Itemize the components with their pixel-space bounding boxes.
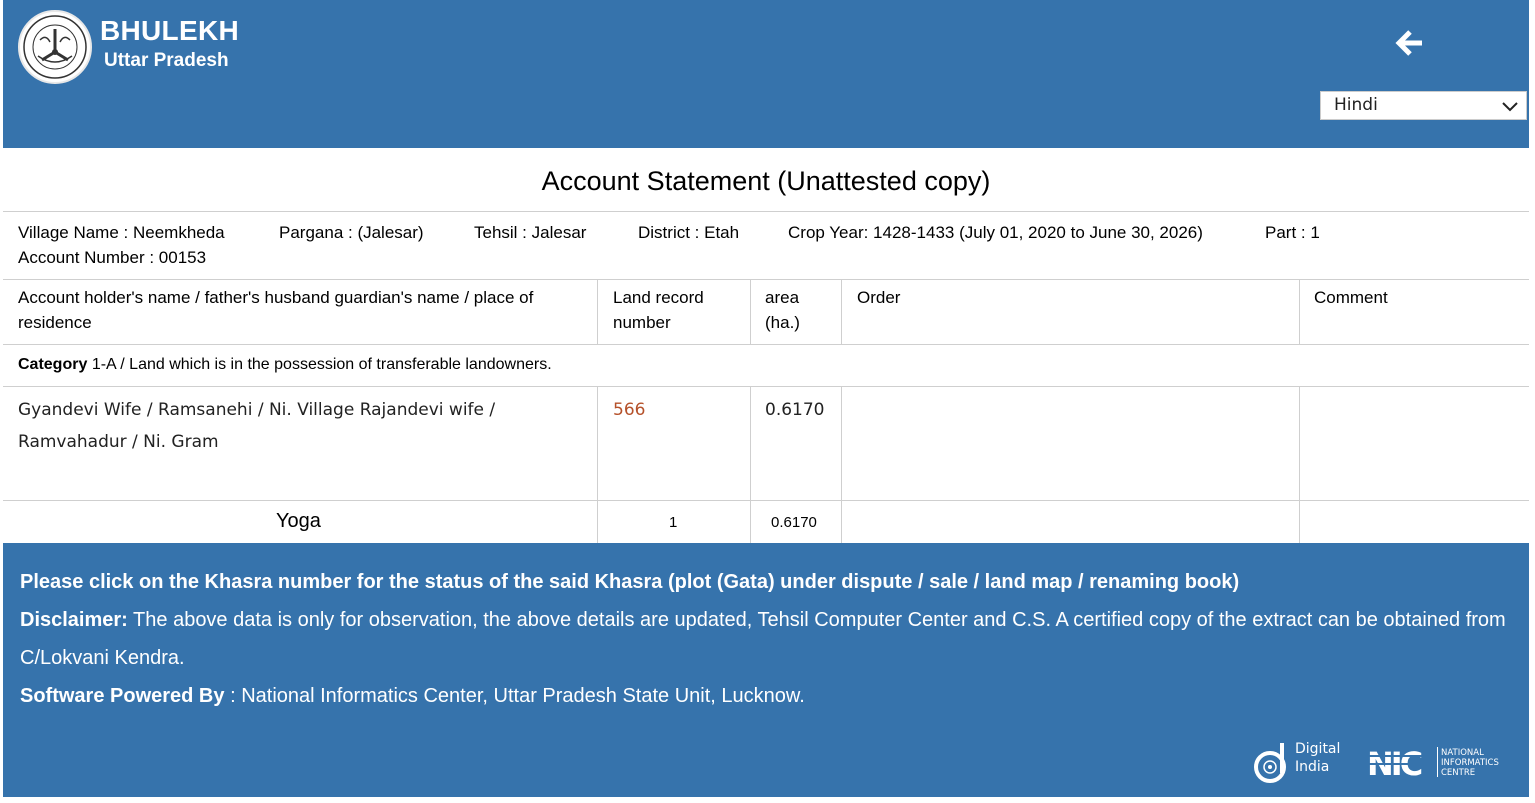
- column-header-order: Order: [857, 288, 901, 307]
- khasra-notice: Please click on the Khasra number for th…: [20, 563, 1510, 601]
- account-number: Account Number : 00153: [18, 248, 207, 267]
- total-area: 0.6170: [771, 514, 817, 531]
- district: District : Etah: [638, 223, 740, 242]
- language-select-value: Hindi: [1334, 95, 1378, 115]
- statement-panel: Account Statement (Unattested copy) Vill…: [3, 148, 1529, 543]
- language-select[interactable]: Hindi: [1320, 91, 1527, 120]
- category-row: Category 1-A / Land which is in the poss…: [18, 356, 552, 374]
- pargana: Pargana : (Jalesar): [279, 223, 424, 242]
- chevron-down-icon: [1502, 102, 1518, 112]
- area-cell: 0.6170: [765, 400, 825, 420]
- land-record-link[interactable]: 566: [613, 394, 645, 426]
- village-name: Village Name : Neemkheda: [18, 223, 225, 242]
- digital-india-line1: Digital: [1295, 741, 1340, 757]
- disclaimer-label: Disclaimer:: [20, 609, 128, 631]
- powered-by-label: Software Powered By: [20, 685, 225, 707]
- tehsil: Tehsil : Jalesar: [474, 223, 587, 242]
- category-text: 1-A / Land which is in the possession of…: [91, 356, 552, 373]
- nic-line2: INFORMATICS: [1441, 758, 1499, 768]
- column-header-land-record: Land record number: [613, 288, 704, 332]
- up-emblem-logo: [18, 10, 92, 84]
- digital-india-logo: Digital India: [1253, 739, 1343, 785]
- total-label: Yoga: [276, 510, 321, 532]
- nic-line3: CENTRE: [1441, 768, 1475, 778]
- back-button[interactable]: [1395, 28, 1425, 58]
- nic-line1: NATIONAL: [1441, 748, 1484, 758]
- app-subtitle: Uttar Pradesh: [104, 50, 229, 71]
- crop-year: Crop Year: 1428-1433 (July 01, 2020 to J…: [788, 223, 1203, 242]
- column-header-area: area (ha.): [765, 288, 800, 332]
- page: BHULEKH Uttar Pradesh Hindi Account Stat…: [3, 0, 1529, 797]
- arrow-left-icon: [1395, 30, 1422, 56]
- column-header-holder: Account holder's name / father's husband…: [18, 288, 534, 332]
- app-title: BHULEKH: [100, 15, 239, 46]
- powered-by: Software Powered By : National Informati…: [20, 677, 1510, 715]
- total-count: 1: [669, 514, 678, 531]
- holder-name-cell: Gyandevi Wife / Ramsanehi / Ni. Village …: [18, 400, 496, 452]
- part: Part : 1: [1265, 223, 1320, 242]
- page-title: Account Statement (Unattested copy): [541, 166, 991, 196]
- digital-india-line2: India: [1295, 759, 1329, 775]
- khasra-notice-text: Please click on the Khasra number for th…: [20, 571, 1240, 593]
- header-bar: BHULEKH Uttar Pradesh Hindi: [3, 0, 1529, 148]
- nic-logo: NIC NATIONAL INFORMATICS CENTRE: [1365, 743, 1515, 783]
- powered-by-text: : National Informatics Center, Uttar Pra…: [230, 685, 805, 707]
- disclaimer: Disclaimer: The above data is only for o…: [20, 601, 1510, 677]
- category-label: Category: [18, 356, 88, 373]
- disclaimer-text: The above data is only for observation, …: [20, 609, 1506, 669]
- column-header-comment: Comment: [1314, 288, 1388, 307]
- footer-panel: Please click on the Khasra number for th…: [3, 543, 1529, 797]
